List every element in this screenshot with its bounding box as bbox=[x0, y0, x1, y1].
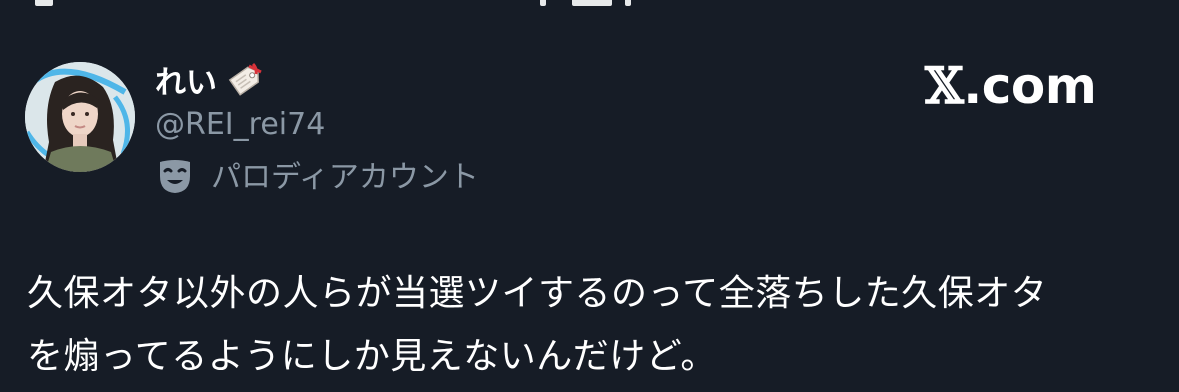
x-com-logo: 𝕏.com bbox=[925, 56, 1097, 116]
avatar[interactable] bbox=[25, 62, 135, 172]
parody-label-text: パロディアカウント bbox=[211, 160, 479, 195]
x-logo-icon: 𝕏 bbox=[925, 56, 964, 115]
display-name-row[interactable]: れい bbox=[155, 62, 265, 104]
tweet-text-line: 久保オタ以外の人らが当選ツイするのって全落ちした久保オタ bbox=[27, 273, 1048, 314]
label-tag-icon bbox=[223, 62, 265, 104]
display-name[interactable]: れい bbox=[155, 63, 217, 103]
theater-mask-icon bbox=[157, 157, 193, 199]
tweet-text-line: を煽ってるようにしか見えないんだけど。 bbox=[27, 336, 717, 377]
user-handle[interactable]: @REI_rei74 bbox=[155, 105, 325, 145]
tweet-card: れい @REI_rei74 パロディアカウント 𝕏.com 久保オタ以外の人らが… bbox=[0, 0, 1179, 392]
tweet-text: 久保オタ以外の人らが当選ツイするのって全落ちした久保オタ を煽ってるようにしか見… bbox=[27, 262, 1157, 388]
avatar-image bbox=[25, 62, 135, 172]
parody-account-label: パロディアカウント bbox=[157, 158, 479, 198]
brand-suffix: .com bbox=[963, 57, 1097, 115]
